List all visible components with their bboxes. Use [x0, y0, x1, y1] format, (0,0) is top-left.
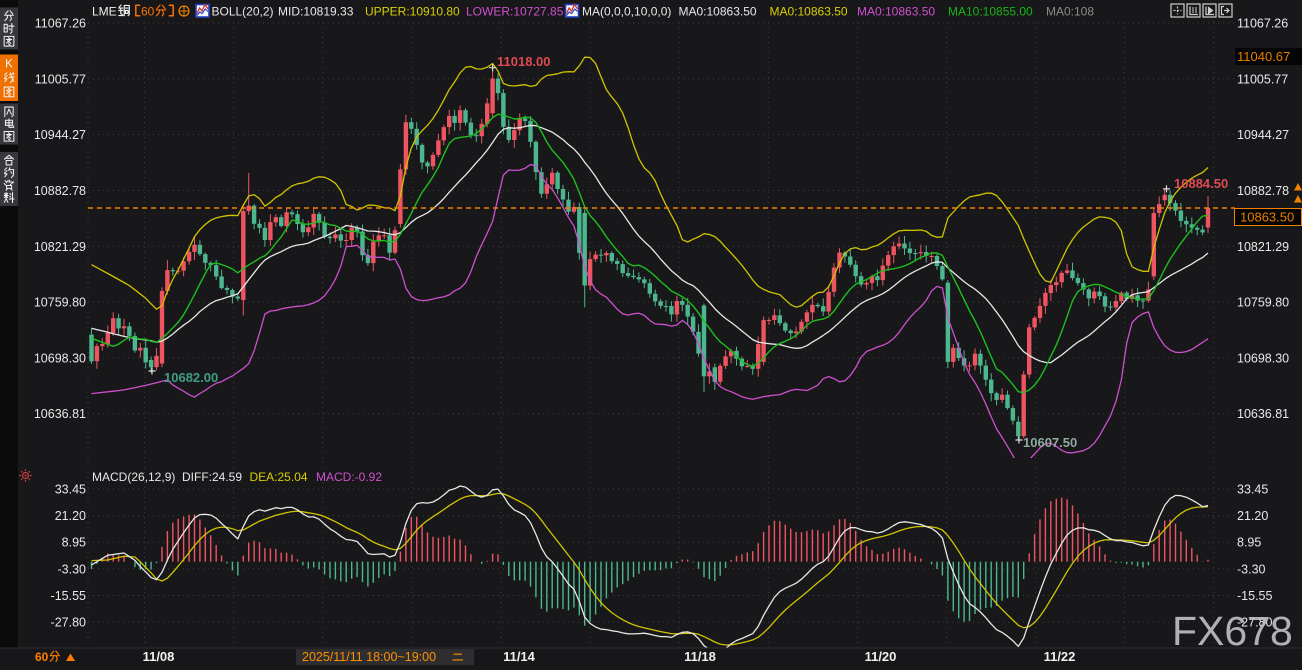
svg-text:11067.26: 11067.26 [1237, 17, 1288, 31]
svg-text:10944.27: 10944.27 [1237, 128, 1289, 142]
svg-text:11067.26: 11067.26 [35, 17, 86, 31]
svg-text:10607.50: 10607.50 [1023, 435, 1077, 450]
svg-text:11/14: 11/14 [503, 649, 536, 664]
svg-text:21.20: 21.20 [1237, 509, 1268, 523]
svg-text:-3.30: -3.30 [58, 562, 87, 576]
svg-text:11/22: 11/22 [1044, 649, 1076, 664]
svg-text:11005.77: 11005.77 [35, 72, 86, 86]
svg-text:BOLL(20,2): BOLL(20,2) [212, 5, 274, 19]
svg-text:10863.50: 10863.50 [1240, 210, 1294, 225]
svg-text:60: 60 [141, 5, 155, 19]
svg-text:11/08: 11/08 [143, 649, 175, 664]
svg-text:FX678: FX678 [1172, 608, 1293, 654]
svg-text:10636.81: 10636.81 [34, 407, 86, 421]
svg-text:10636.81: 10636.81 [1237, 407, 1289, 421]
svg-text:-15.55: -15.55 [51, 589, 86, 603]
svg-text:10698.30: 10698.30 [1237, 351, 1289, 365]
svg-text:LOWER:10727.85: LOWER:10727.85 [466, 5, 564, 19]
svg-text:MA0:108: MA0:108 [1046, 5, 1094, 19]
svg-text:11/20: 11/20 [865, 649, 897, 664]
svg-text:DEA:25.04: DEA:25.04 [250, 470, 308, 484]
svg-text:MACD:-0.92: MACD:-0.92 [316, 470, 382, 484]
svg-text:10759.80: 10759.80 [34, 296, 86, 310]
svg-text:11005.77: 11005.77 [1237, 72, 1288, 86]
svg-text:DIFF:24.59: DIFF:24.59 [182, 470, 242, 484]
svg-text:10944.27: 10944.27 [34, 128, 86, 142]
svg-text:10882.78: 10882.78 [1237, 184, 1289, 198]
svg-text:10698.30: 10698.30 [34, 351, 86, 365]
svg-text:MID:10819.33: MID:10819.33 [278, 5, 354, 19]
svg-text:33.45: 33.45 [55, 483, 86, 497]
svg-text:60: 60 [35, 650, 49, 664]
svg-text:8.95: 8.95 [62, 536, 86, 550]
svg-text:10682.00: 10682.00 [164, 370, 218, 385]
svg-text:K: K [5, 59, 13, 71]
svg-text:MA0:10863.50: MA0:10863.50 [770, 5, 848, 19]
svg-text:10821.29: 10821.29 [1237, 240, 1289, 254]
svg-text:MA0:10863.50: MA0:10863.50 [679, 5, 757, 19]
svg-text:-3.30: -3.30 [1237, 562, 1266, 576]
svg-text:10759.80: 10759.80 [1237, 296, 1289, 310]
svg-text:-15.55: -15.55 [1237, 589, 1272, 603]
svg-text:33.45: 33.45 [1237, 483, 1268, 497]
svg-text:8.95: 8.95 [1237, 536, 1261, 550]
svg-text:11040.67: 11040.67 [1237, 49, 1290, 64]
svg-text:11018.00: 11018.00 [497, 54, 551, 69]
svg-text:21.20: 21.20 [55, 509, 86, 523]
svg-text:-27.80: -27.80 [51, 616, 86, 630]
svg-text:MA10:10855.00: MA10:10855.00 [948, 5, 1033, 19]
svg-text:10821.29: 10821.29 [34, 240, 86, 254]
svg-text:11/18: 11/18 [684, 649, 716, 664]
svg-text:2025/11/11 18:00~19:00: 2025/11/11 18:00~19:00 [302, 650, 436, 664]
svg-text:MACD(26,12,9): MACD(26,12,9) [92, 470, 175, 484]
svg-text:10884.50: 10884.50 [1174, 176, 1228, 191]
svg-text:10882.78: 10882.78 [34, 184, 86, 198]
svg-text:MA0:10863.50: MA0:10863.50 [857, 5, 935, 19]
svg-text:UPPER:10910.80: UPPER:10910.80 [365, 5, 460, 19]
svg-text:LME: LME [92, 5, 117, 19]
svg-text:MA(0,0,0,10,0,0): MA(0,0,0,10,0,0) [582, 5, 671, 19]
